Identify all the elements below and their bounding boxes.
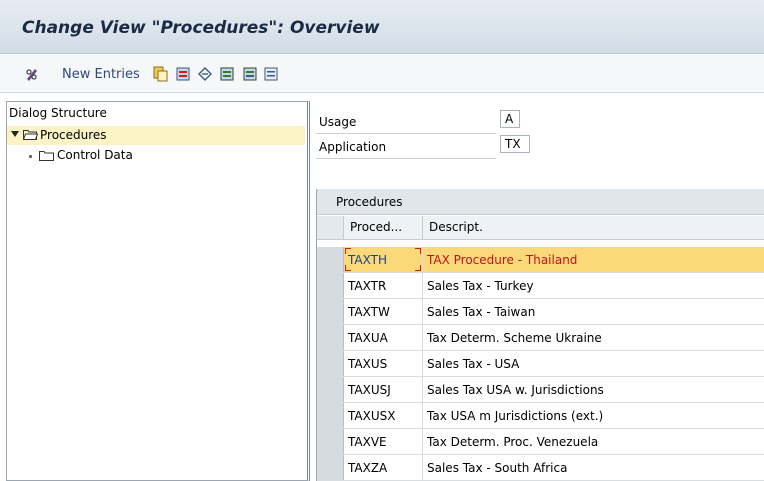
focus-marker <box>345 265 351 271</box>
procedure-cell[interactable]: TAXUS <box>348 357 387 371</box>
row-selector[interactable] <box>317 455 344 480</box>
procedure-cell[interactable]: TAXTR <box>348 279 386 293</box>
undo-icon[interactable] <box>197 66 213 82</box>
table-row[interactable]: TAXTW Sales Tax - Taiwan <box>317 299 764 325</box>
description-cell: Tax USA m Jurisdictions (ext.) <box>427 409 604 423</box>
select-all-column-header[interactable] <box>317 216 344 240</box>
table-row[interactable]: TAXVE Tax Determ. Proc. Venezuela <box>317 429 764 455</box>
row-selector[interactable] <box>317 325 344 350</box>
usage-label: Usage <box>319 115 357 129</box>
procedure-cell[interactable]: TAXUA <box>348 331 388 345</box>
application-field[interactable]: TX <box>500 135 530 153</box>
procedure-cell[interactable]: TAXTH <box>348 253 387 267</box>
tree-bullet-icon <box>29 155 32 158</box>
title-bar: Change View "Procedures": Overview <box>0 0 764 54</box>
page-title: Change View "Procedures": Overview <box>22 18 380 38</box>
new-entries-button[interactable]: New Entries <box>62 67 140 82</box>
folder-icon <box>39 151 54 161</box>
row-selector[interactable] <box>317 403 344 428</box>
procedures-table: Procedures Proced... Descript. TAXTH TAX… <box>316 189 764 481</box>
row-selector[interactable] <box>317 429 344 454</box>
row-selector[interactable] <box>317 377 344 402</box>
description-cell: TAX Procedure - Thailand <box>427 253 578 267</box>
procedure-cell[interactable]: TAXVE <box>348 435 387 449</box>
column-header-description[interactable]: Descript. <box>423 216 764 240</box>
select-all-icon[interactable] <box>219 66 235 82</box>
field-divider <box>316 158 496 159</box>
table-row[interactable]: TAXZA Sales Tax - South Africa <box>317 455 764 481</box>
row-selector[interactable] <box>317 299 344 324</box>
table-row[interactable]: TAXTR Sales Tax - Turkey <box>317 273 764 299</box>
select-block-icon[interactable] <box>242 66 258 82</box>
procedure-cell[interactable]: TAXZA <box>348 461 387 475</box>
pencil-glasses-icon[interactable] <box>24 66 40 82</box>
open-folder-icon <box>23 130 38 140</box>
table-row[interactable]: TAXUSX Tax USA m Jurisdictions (ext.) <box>317 403 764 429</box>
application-toolbar: New Entries <box>0 55 764 93</box>
description-cell: Sales Tax USA w. Jurisdictions <box>427 383 604 397</box>
procedure-cell[interactable]: TAXUSX <box>348 409 395 423</box>
table-row[interactable]: TAXUSJ Sales Tax USA w. Jurisdictions <box>317 377 764 403</box>
description-cell: Sales Tax - USA <box>427 357 520 371</box>
column-header-procedure[interactable]: Proced... <box>344 216 423 240</box>
table-title: Procedures <box>336 195 403 209</box>
expand-arrow-icon[interactable] <box>11 131 19 137</box>
tree-item-procedures[interactable]: Procedures <box>7 126 305 145</box>
table-row[interactable]: TAXUA Tax Determ. Scheme Ukraine <box>317 325 764 351</box>
field-divider <box>316 133 496 134</box>
procedure-cell[interactable]: TAXTW <box>348 305 390 319</box>
dialog-structure-header: Dialog Structure <box>9 106 107 120</box>
usage-field[interactable]: A <box>500 110 520 128</box>
focus-marker <box>415 248 421 254</box>
tree-item-label: Procedures <box>40 128 107 142</box>
description-cell: Sales Tax - Turkey <box>427 279 534 293</box>
tree-item-label: Control Data <box>57 148 133 162</box>
row-selector[interactable] <box>317 247 344 272</box>
description-cell: Tax Determ. Proc. Venezuela <box>427 435 599 449</box>
description-cell: Sales Tax - South Africa <box>427 461 568 475</box>
copy-icon[interactable] <box>152 66 168 82</box>
table-row[interactable]: TAXTH TAX Procedure - Thailand <box>317 247 764 273</box>
table-title-bar: Procedures <box>317 189 764 215</box>
row-selector[interactable] <box>317 273 344 298</box>
focus-marker <box>415 265 421 271</box>
dialog-structure-pane: Dialog Structure Procedures Control Data <box>6 101 310 481</box>
procedure-cell[interactable]: TAXUSJ <box>348 383 391 397</box>
tree-item-control-data[interactable]: Control Data <box>7 146 305 165</box>
row-selector[interactable] <box>317 351 344 376</box>
delete-icon[interactable] <box>175 66 191 82</box>
description-cell: Sales Tax - Taiwan <box>427 305 536 319</box>
description-cell: Tax Determ. Scheme Ukraine <box>427 331 602 345</box>
deselect-all-icon[interactable] <box>263 66 279 82</box>
application-label: Application <box>319 140 387 154</box>
table-row[interactable]: TAXUS Sales Tax - USA <box>317 351 764 377</box>
focus-marker <box>345 248 351 254</box>
